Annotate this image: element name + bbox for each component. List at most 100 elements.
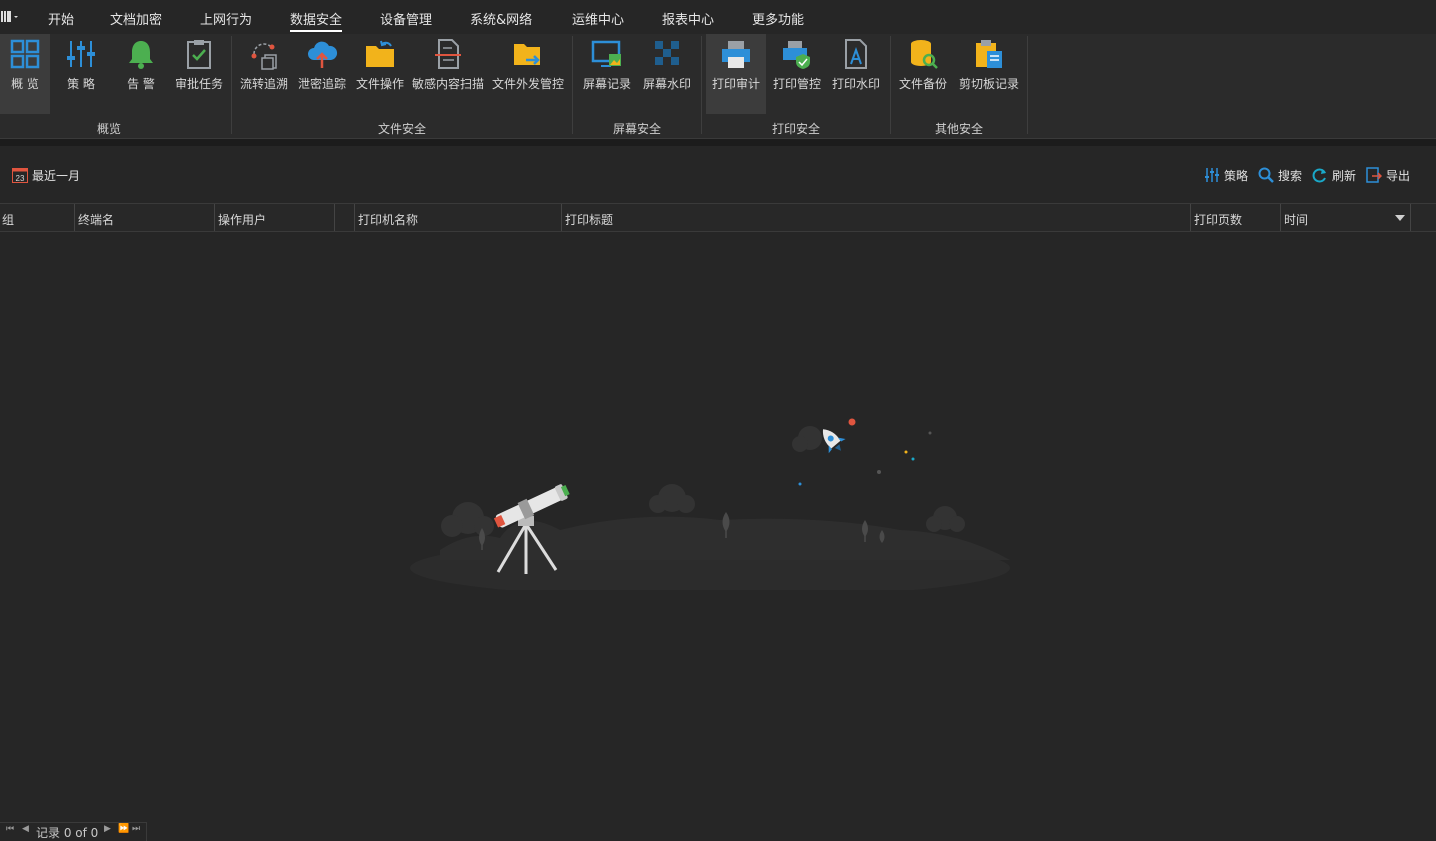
ribbon-btn-label: 文件外发管控 [491, 77, 564, 91]
ribbon-btn-print-watermark[interactable]: 打印水印 [828, 34, 884, 114]
menu-item-report-center[interactable]: 报表中心 [662, 9, 714, 28]
document-letter-icon [845, 39, 867, 69]
menu-item-system-network[interactable]: 系统&网络 [470, 9, 532, 28]
first-page-icon[interactable]: ⏮ [6, 824, 14, 834]
previous-page-icon[interactable]: ◀ [22, 824, 29, 834]
ribbon: 概 览 策 略 告 警 审批任务 概览 流转追溯 泄密追踪 文件操作 敏感内容扫… [0, 34, 1436, 138]
menu-bar: 开始 文档加密 上网行为 数据安全 设备管理 系统&网络 运维中心 报表中心 更… [0, 0, 1436, 34]
toolbar: 23 最近一月 策略 搜索 刷新 导出 [0, 146, 1436, 202]
sliders-icon [1205, 168, 1219, 182]
document-scan-icon [435, 39, 461, 69]
record-count-text: 记录 0 of 0 [36, 826, 99, 840]
ribbon-btn-file-operation[interactable]: 文件操作 [352, 34, 408, 114]
database-search-icon [911, 40, 938, 69]
printer-shield-icon [783, 41, 810, 69]
menu-item-more-features[interactable]: 更多功能 [752, 9, 804, 28]
ribbon-btn-label: 泄密追踪 [297, 77, 346, 91]
app-menu-icon[interactable] [0, 9, 20, 25]
next-page-icon[interactable]: ▶ [104, 824, 111, 834]
column-header-group[interactable]: 组 [2, 211, 14, 228]
ribbon-btn-label: 敏感内容扫描 [411, 77, 484, 91]
ribbon-btn-label: 告 警 [127, 77, 155, 91]
ribbon-btn-outgoing-control[interactable]: 文件外发管控 [490, 34, 566, 114]
refresh-button[interactable]: 刷新 [1312, 167, 1358, 183]
column-header-terminal[interactable]: 终端名 [78, 211, 114, 228]
menu-item-internet-behavior[interactable]: 上网行为 [200, 9, 252, 28]
folder-icon [366, 40, 394, 67]
calendar-icon: 23 [12, 168, 28, 183]
ribbon-btn-screen-record[interactable]: 屏幕记录 [578, 34, 636, 114]
svg-text:23: 23 [16, 174, 25, 183]
ribbon-btn-alert[interactable]: 告 警 [114, 34, 168, 114]
policy-button[interactable]: 策略 [1204, 167, 1250, 183]
ribbon-btn-approval[interactable]: 审批任务 [172, 34, 226, 114]
group-label-print-security: 打印安全 [771, 122, 820, 136]
export-label: 导出 [1386, 169, 1411, 183]
column-separator[interactable] [334, 204, 335, 231]
policy-label: 策略 [1224, 169, 1249, 183]
ribbon-btn-flow-trace[interactable]: 流转追溯 [236, 34, 292, 114]
cloud-upload-icon [308, 41, 338, 68]
bell-icon [129, 41, 153, 69]
ribbon-btn-label: 文件操作 [355, 77, 404, 91]
ribbon-btn-policy[interactable]: 策 略 [54, 34, 108, 114]
column-header-print-title[interactable]: 打印标题 [565, 211, 613, 228]
ribbon-btn-label: 打印审计 [711, 77, 760, 91]
ribbon-btn-label: 审批任务 [174, 77, 223, 91]
refresh-label: 刷新 [1332, 169, 1357, 183]
ribbon-btn-label: 打印水印 [831, 77, 880, 91]
column-separator[interactable] [354, 204, 355, 231]
ribbon-btn-label: 剪切板记录 [958, 77, 1019, 91]
last-page-icon[interactable]: ⏭ [132, 824, 140, 834]
ribbon-btn-screen-watermark[interactable]: 屏幕水印 [638, 34, 696, 114]
next-group-icon[interactable]: ⏩ [118, 824, 129, 834]
menu-item-doc-encryption[interactable]: 文档加密 [110, 9, 162, 28]
ribbon-btn-label: 屏幕记录 [582, 77, 631, 91]
export-icon [1366, 167, 1382, 183]
column-header-printer[interactable]: 打印机名称 [358, 211, 418, 228]
menu-item-device-management[interactable]: 设备管理 [380, 9, 432, 28]
refresh-icon [1312, 168, 1326, 183]
ribbon-btn-label: 流转追溯 [239, 77, 288, 91]
flow-trace-icon [251, 43, 277, 70]
search-button[interactable]: 搜索 [1258, 167, 1304, 183]
ribbon-btn-label: 屏幕水印 [642, 77, 691, 91]
clipboard-check-icon [187, 40, 211, 69]
column-separator[interactable] [214, 204, 215, 231]
sort-descending-icon[interactable] [1394, 214, 1406, 222]
ribbon-btn-overview[interactable]: 概 览 [0, 34, 50, 114]
column-separator[interactable] [1280, 204, 1281, 231]
column-header-time[interactable]: 时间 [1284, 211, 1308, 228]
group-label-overview: 概览 [96, 122, 121, 136]
search-icon [1258, 167, 1274, 183]
menu-item-start[interactable]: 开始 [48, 9, 74, 28]
printer-icon [722, 41, 750, 68]
ribbon-btn-leak-tracking[interactable]: 泄密追踪 [296, 34, 348, 114]
group-separator [231, 36, 232, 134]
sliders-icon [67, 41, 95, 67]
export-button[interactable]: 导出 [1366, 167, 1412, 183]
column-separator[interactable] [74, 204, 75, 231]
menu-item-data-security[interactable]: 数据安全 [290, 9, 343, 32]
column-separator[interactable] [1410, 204, 1411, 231]
column-separator[interactable] [561, 204, 562, 231]
group-separator [1027, 36, 1028, 134]
ribbon-btn-file-backup[interactable]: 文件备份 [894, 34, 952, 114]
ribbon-btn-print-audit[interactable]: 打印审计 [706, 34, 766, 114]
column-header-user[interactable]: 操作用户 [218, 211, 266, 228]
column-header-pages[interactable]: 打印页数 [1194, 211, 1242, 228]
ribbon-btn-sensitive-scan[interactable]: 敏感内容扫描 [410, 34, 486, 114]
group-label-other-security: 其他安全 [934, 122, 983, 136]
column-separator[interactable] [1190, 204, 1191, 231]
group-separator [890, 36, 891, 134]
group-separator [572, 36, 573, 134]
watermark-icon [655, 41, 679, 65]
monitor-icon [591, 40, 621, 67]
group-label-file-security: 文件安全 [377, 122, 426, 136]
menu-item-ops-center[interactable]: 运维中心 [572, 9, 624, 28]
clipboard-icon [976, 40, 1002, 68]
record-navigator: ⏮ ◀ 记录 0 of 0 ▶ ⏩ ⏭ [0, 822, 147, 841]
ribbon-btn-clipboard-record[interactable]: 剪切板记录 [956, 34, 1022, 114]
empty-state-illustration [410, 418, 1010, 590]
ribbon-btn-print-control[interactable]: 打印管控 [768, 34, 826, 114]
